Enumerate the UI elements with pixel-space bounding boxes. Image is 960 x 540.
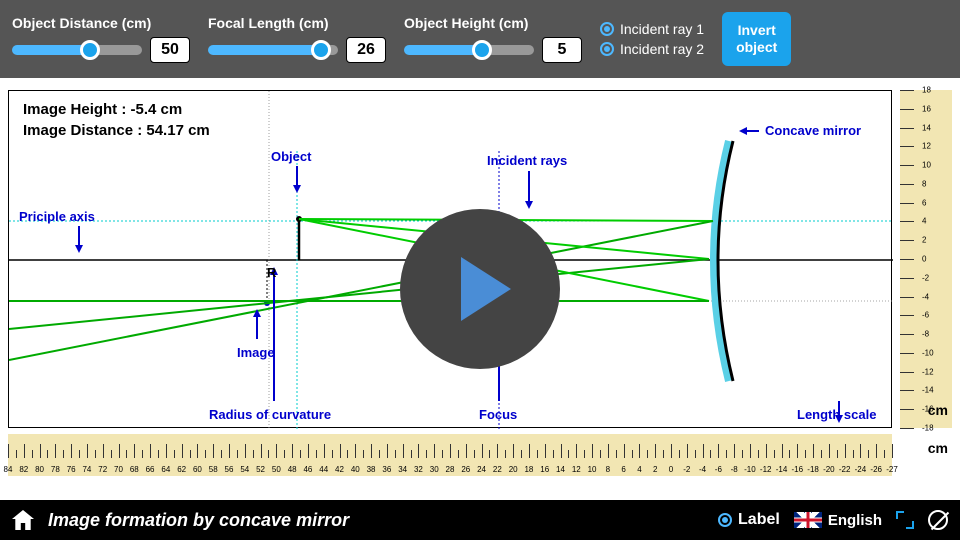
label-radius: Radius of curvature [209,407,331,422]
language-label: English [828,512,882,529]
focal-length-control: Focal Length (cm) 26 [208,15,386,63]
label-R: R [267,265,276,280]
cm-label-v: cm [928,402,948,418]
object-distance-value[interactable]: 50 [150,37,190,63]
object-distance-slider[interactable] [12,45,142,55]
object-distance-label: Object Distance (cm) [12,15,190,31]
canvas-area: Image Height : -5.4 cm Image Distance : … [0,78,960,500]
slider-thumb[interactable] [311,40,331,60]
radio-incident-ray-1[interactable]: Incident ray 1 [600,21,704,37]
language-selector[interactable]: English [794,512,882,529]
radio-icon [600,22,614,36]
play-button[interactable] [400,209,560,369]
ray-radios: Incident ray 1 Incident ray 2 [600,21,704,57]
object-distance-control: Object Distance (cm) 50 [12,15,190,63]
home-icon[interactable] [12,510,34,530]
invert-object-button[interactable]: Invertobject [722,12,791,66]
radio-icon [718,513,732,527]
play-icon [461,257,511,321]
radio-icon [600,42,614,56]
bottom-bar: Image formation by concave mirror Label … [0,500,960,540]
radio-label: Incident ray 1 [620,21,704,37]
label-image: Image [237,345,275,360]
label-focus: Focus [479,407,517,422]
slider-thumb[interactable] [80,40,100,60]
vertical-ruler: 181614121086420-2-4-6-8-10-12-14-16-18 [900,90,952,428]
no-rotate-icon[interactable] [928,510,948,530]
radio-incident-ray-2[interactable]: Incident ray 2 [600,41,704,57]
control-bar: Object Distance (cm) 50 Focal Length (cm… [0,0,960,78]
object-height-value[interactable]: 5 [542,37,582,63]
focal-length-value[interactable]: 26 [346,37,386,63]
horizontal-ruler: 8482807876747270686664626058565452504846… [8,434,892,476]
label-incident-rays: Incident rays [487,153,567,168]
label-toggle[interactable]: Label [718,511,780,529]
radio-label: Incident ray 2 [620,41,704,57]
label-length-scale: Length scale [797,407,876,422]
slider-thumb[interactable] [472,40,492,60]
object-height-control: Object Height (cm) 5 [404,15,582,63]
cm-label-h: cm [928,440,948,456]
fullscreen-icon[interactable] [896,511,914,529]
focal-length-slider[interactable] [208,45,338,55]
object-height-label: Object Height (cm) [404,15,582,31]
label-concave-mirror: Concave mirror [765,123,861,138]
focal-length-label: Focal Length (cm) [208,15,386,31]
label-toggle-text: Label [738,511,780,529]
page-title: Image formation by concave mirror [48,510,349,531]
object-height-slider[interactable] [404,45,534,55]
flag-icon [794,512,822,528]
label-principal-axis: Priciple axis [19,209,95,224]
label-object: Object [271,149,311,164]
